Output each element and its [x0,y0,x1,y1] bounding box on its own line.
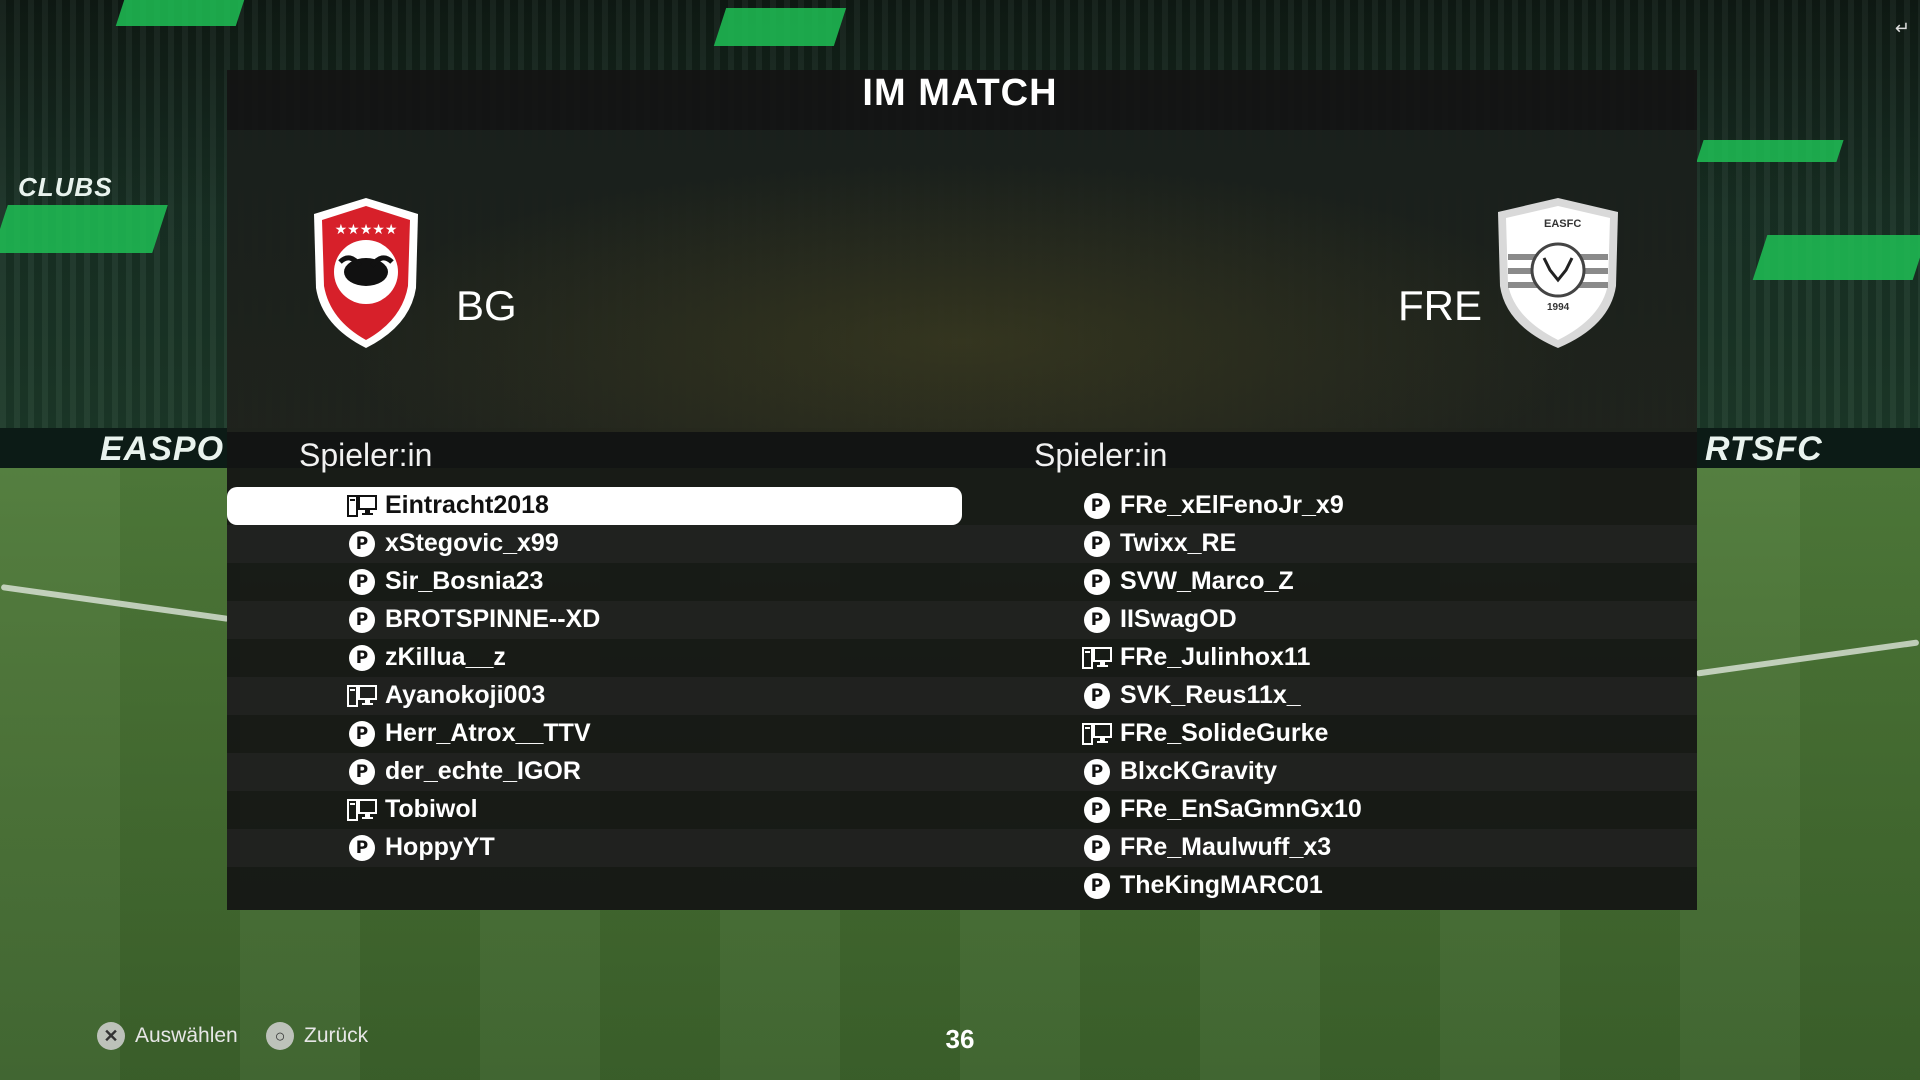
playstation-icon: P [1082,873,1112,899]
green-banner [0,205,168,253]
player-name: FRe_Julinhox11 [1120,643,1311,671]
playstation-icon: P [347,721,377,747]
player-row[interactable]: P Sir_Bosnia23 [227,563,962,601]
green-banner [115,0,245,26]
green-banner [1752,235,1920,280]
player-name: Ayanokoji003 [385,681,546,709]
board-text-clubs: CLUBS [18,172,113,202]
player-name: Eintracht2018 [385,491,549,519]
player-row[interactable]: P Twixx_RE [962,525,1697,563]
player-name: SVK_Reus11x_ [1120,681,1301,709]
player-name: Herr_Atrox__TTV [385,719,591,747]
green-banner [1696,140,1844,162]
playstation-icon: P [347,607,377,633]
pc-icon [1082,645,1112,671]
playstation-icon: P [1082,531,1112,557]
player-name: Twixx_RE [1120,529,1237,557]
player-row[interactable]: P SVK_Reus11x_ [962,677,1697,715]
home-players-heading: Spieler:in [299,437,433,473]
player-name: SVW_Marco_Z [1120,567,1294,595]
page-title: IM MATCH [862,72,1058,114]
player-row[interactable]: Tobiwol [227,791,962,829]
playstation-icon: P [1082,797,1112,823]
player-row[interactable]: P TheKingMARC01 [962,867,1697,905]
player-row[interactable]: P Herr_Atrox__TTV [227,715,962,753]
player-name: BlxcKGravity [1120,757,1278,785]
playstation-icon: P [347,531,377,557]
svg-text:★★★★★: ★★★★★ [335,222,398,238]
player-row[interactable]: P IISwagOD [962,601,1697,639]
player-name: xStegovic_x99 [385,529,559,557]
player-name: BROTSPINNE--XD [385,605,601,633]
away-team-abbr: FRE [1398,282,1482,329]
playstation-icon: P [1082,569,1112,595]
player-row[interactable]: P FRe_EnSaGmnGx10 [962,791,1697,829]
player-name: FRe_xElFenoJr_x9 [1120,491,1344,519]
playstation-icon: P [1082,835,1112,861]
player-name: HoppyYT [385,833,495,861]
pc-icon [347,683,377,709]
player-row[interactable]: PxStegovic_x99 [227,525,962,563]
pc-icon [347,797,377,823]
player-row[interactable]: Pder_echte_IGOR [227,753,962,791]
player-row[interactable]: P BROTSPINNE--XD [227,601,962,639]
player-name: TheKingMARC01 [1120,871,1323,899]
playstation-icon: P [347,569,377,595]
player-row[interactable]: PzKillua__z [227,639,962,677]
playstation-icon: P [347,759,377,785]
player-name: der_echte_IGOR [385,757,581,785]
playstation-icon: P [1082,759,1112,785]
player-name: Sir_Bosnia23 [385,567,544,595]
player-name: FRe_SolideGurke [1120,719,1329,747]
playstation-icon: P [1082,493,1112,519]
playstation-icon: P [1082,683,1112,709]
exit-icon[interactable]: ↵ [1895,18,1910,39]
away-player-list: P FRe_xElFenoJr_x9 P Twixx_RE P SVW_Marco_Z P I… [962,487,1697,905]
away-crest-text-top: EASFC [1544,218,1582,230]
player-row[interactable]: P FRe_Maulwuff_x3 [962,829,1697,867]
player-row[interactable]: P SVW_Marco_Z [962,563,1697,601]
board-text-right: RTSFC [1705,430,1823,468]
player-row[interactable]: P BlxcKGravity [962,753,1697,791]
playstation-icon: P [347,835,377,861]
player-name: FRe_EnSaGmnGx10 [1120,795,1362,823]
match-timer: 36 [945,1024,975,1054]
home-team-abbr: BG [456,282,517,329]
player-row[interactable]: FRe_Julinhox11 [962,639,1697,677]
player-name: FRe_Maulwuff_x3 [1120,833,1332,861]
player-name: zKillua__z [385,643,506,671]
home-team-crest: ★★★★★ [310,196,422,350]
home-player-list: Eintracht2018 PxStegovic_x99 P Sir_Bosnia23… [227,487,962,867]
player-row[interactable]: P FRe_xElFenoJr_x9 [962,487,1697,525]
board-text-left: EASPO [100,430,225,468]
playstation-icon: P [1082,607,1112,633]
player-name: IISwagOD [1120,605,1237,633]
player-row[interactable]: Ayanokoji003 [227,677,962,715]
player-row[interactable]: Eintracht2018 [227,487,962,525]
pc-icon [1082,721,1112,747]
hero-banner [227,130,1697,432]
player-row[interactable]: P HoppyYT [227,829,962,867]
playstation-icon: P [347,645,377,671]
player-row[interactable]: FRe_SolideGurke [962,715,1697,753]
away-crest-text-bottom: 1994 [1547,302,1570,313]
player-name: Tobiwol [385,795,478,823]
pc-icon [347,493,377,519]
away-players-heading: Spieler:in [1034,437,1168,473]
green-banner [713,8,847,46]
